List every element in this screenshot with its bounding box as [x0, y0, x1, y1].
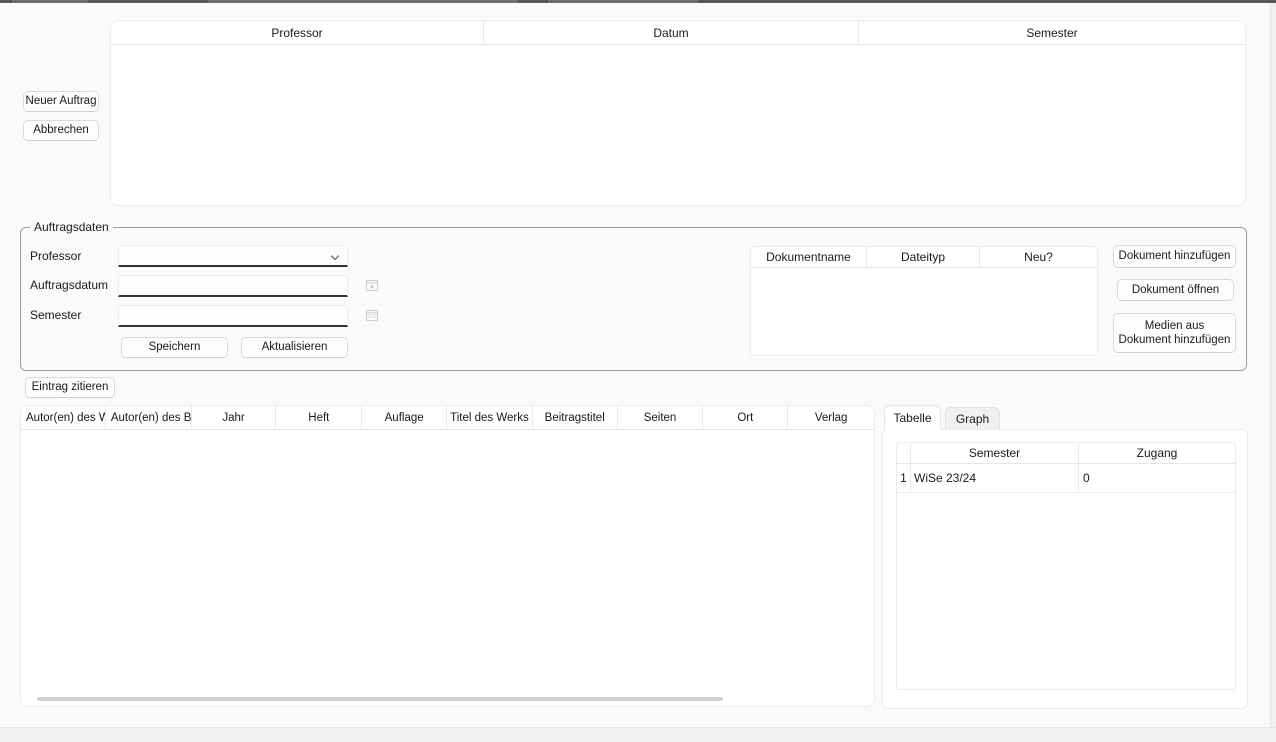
application-window: Professor Datum Semester Neuer Auftrag A…	[0, 0, 1276, 742]
stats-tab-pane: Semester Zugang 1 WiSe 23/24 0	[882, 429, 1248, 709]
entries-column-publisher[interactable]: Verlag	[788, 406, 874, 429]
zugang-cell[interactable]: 0	[1079, 464, 1235, 492]
documents-column-filetype[interactable]: Dateityp	[867, 247, 980, 267]
window-bottom-edge	[0, 727, 1276, 742]
cite-entry-button[interactable]: Eintrag zitieren	[25, 377, 115, 398]
tab-tabelle[interactable]: Tabelle	[884, 405, 941, 430]
orders-column-semester[interactable]: Semester	[859, 21, 1245, 44]
order-date-input[interactable]	[118, 275, 348, 297]
entries-column-issue[interactable]: Heft	[276, 406, 362, 429]
documents-column-new[interactable]: Neu?	[980, 247, 1097, 267]
entries-table-body[interactable]	[21, 430, 874, 695]
refresh-button[interactable]: Aktualisieren	[241, 337, 348, 358]
order-date-input-value[interactable]	[119, 276, 347, 295]
window-top-edge	[0, 0, 1276, 3]
orders-table: Professor Datum Semester	[110, 20, 1246, 206]
entries-column-place[interactable]: Ort	[703, 406, 788, 429]
entries-column-work-title[interactable]: Titel des Werks	[447, 406, 533, 429]
horizontal-scrollbar[interactable]	[37, 697, 723, 701]
entries-column-contribution-authors[interactable]: Autor(en) des Beitrags	[106, 406, 192, 429]
entries-table: Autor(en) des Werks Autor(en) des Beitra…	[20, 405, 875, 707]
new-order-button[interactable]: Neuer Auftrag	[23, 91, 99, 112]
entries-column-edition[interactable]: Auflage	[362, 406, 447, 429]
cancel-button[interactable]: Abbrechen	[23, 120, 99, 141]
documents-column-name[interactable]: Dokumentname	[751, 247, 867, 267]
add-media-button[interactable]: Medien aus Dokument hinzufügen	[1113, 313, 1236, 353]
entries-column-work-authors[interactable]: Autor(en) des Werks	[21, 406, 106, 429]
stats-column-semester[interactable]: Semester	[911, 443, 1079, 463]
row-number: 1	[897, 464, 911, 492]
calendar-grid-icon[interactable]	[365, 308, 379, 322]
documents-table-body[interactable]	[751, 268, 1097, 355]
professor-label: Professor	[30, 249, 81, 263]
save-button[interactable]: Speichern	[121, 337, 228, 358]
add-document-button[interactable]: Dokument hinzufügen	[1113, 245, 1236, 268]
calendar-today-icon[interactable]	[365, 278, 379, 292]
row-number-gutter	[897, 443, 911, 463]
entries-column-year[interactable]: Jahr	[192, 406, 277, 429]
tab-graph[interactable]: Graph	[945, 407, 1000, 429]
open-document-button[interactable]: Dokument öffnen	[1117, 279, 1234, 301]
semester-stats-header: Semester Zugang	[897, 443, 1235, 464]
entries-column-pages[interactable]: Seiten	[618, 406, 704, 429]
entries-column-contribution-title[interactable]: Beitragstitel	[533, 406, 618, 429]
entries-table-header: Autor(en) des Werks Autor(en) des Beitra…	[21, 406, 874, 430]
orders-table-body[interactable]	[111, 45, 1245, 205]
documents-table-header: Dokumentname Dateityp Neu?	[751, 247, 1097, 268]
documents-table: Dokumentname Dateityp Neu?	[750, 246, 1098, 356]
orders-table-header: Professor Datum Semester	[111, 21, 1245, 45]
orders-column-professor[interactable]: Professor	[111, 21, 484, 44]
professor-combobox[interactable]	[118, 245, 348, 267]
semester-input-value[interactable]	[119, 306, 347, 325]
semester-input[interactable]	[118, 305, 348, 327]
order-date-label: Auftragsdatum	[30, 278, 108, 292]
table-row[interactable]: 1 WiSe 23/24 0	[897, 464, 1235, 493]
order-data-groupbox-title: Auftragsdaten	[30, 220, 113, 234]
window-right-edge	[1270, 3, 1276, 727]
semester-cell[interactable]: WiSe 23/24	[911, 464, 1079, 492]
professor-combobox-value[interactable]	[119, 246, 347, 265]
semester-label: Semester	[30, 308, 81, 322]
stats-column-zugang[interactable]: Zugang	[1079, 443, 1235, 463]
orders-column-datum[interactable]: Datum	[484, 21, 859, 44]
semester-stats-table: Semester Zugang 1 WiSe 23/24 0	[896, 442, 1236, 690]
